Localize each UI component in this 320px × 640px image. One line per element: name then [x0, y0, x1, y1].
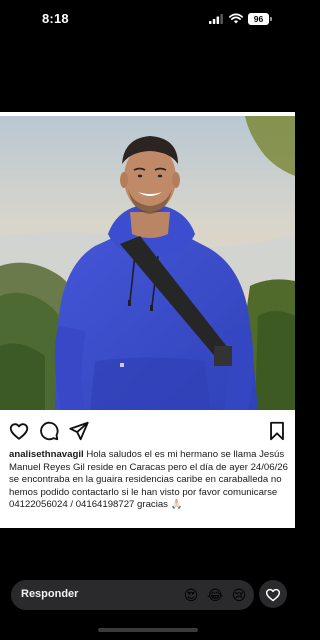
- post-caption: analisethnavagil Hola saludos el es mi h…: [9, 449, 289, 512]
- reaction-crying[interactable]: 😢: [231, 587, 247, 603]
- reaction-laughing[interactable]: 😂: [207, 587, 223, 603]
- battery-indicator: 96: [248, 13, 269, 25]
- status-bar: 8:18 96: [0, 0, 295, 40]
- home-indicator: [98, 628, 198, 632]
- status-time: 8:18: [42, 11, 69, 26]
- story-screen: 8:18 96 analisethnavagil Hola saludos el…: [0, 0, 295, 640]
- battery-tip: [270, 17, 272, 21]
- shared-post-card[interactable]: analisethnavagil Hola saludos el es mi h…: [0, 112, 295, 528]
- cellular-signal-icon: [209, 14, 223, 24]
- heart-outline-icon: [265, 588, 281, 602]
- share-icon[interactable]: [68, 420, 90, 442]
- reply-input[interactable]: Responder 😍 😂 😢: [11, 580, 254, 610]
- post-photo[interactable]: [0, 116, 295, 410]
- like-story-button[interactable]: [259, 580, 287, 608]
- bookmark-icon[interactable]: [266, 420, 288, 442]
- comment-icon[interactable]: [38, 420, 60, 442]
- post-username[interactable]: analisethnavagil: [9, 449, 84, 460]
- post-actions: [0, 420, 295, 444]
- reply-bar: Responder 😍 😂 😢: [0, 578, 295, 612]
- reply-placeholder: Responder: [21, 588, 79, 600]
- reaction-heart-eyes[interactable]: 😍: [183, 587, 199, 603]
- heart-icon[interactable]: [8, 420, 30, 442]
- wifi-icon: [229, 13, 243, 24]
